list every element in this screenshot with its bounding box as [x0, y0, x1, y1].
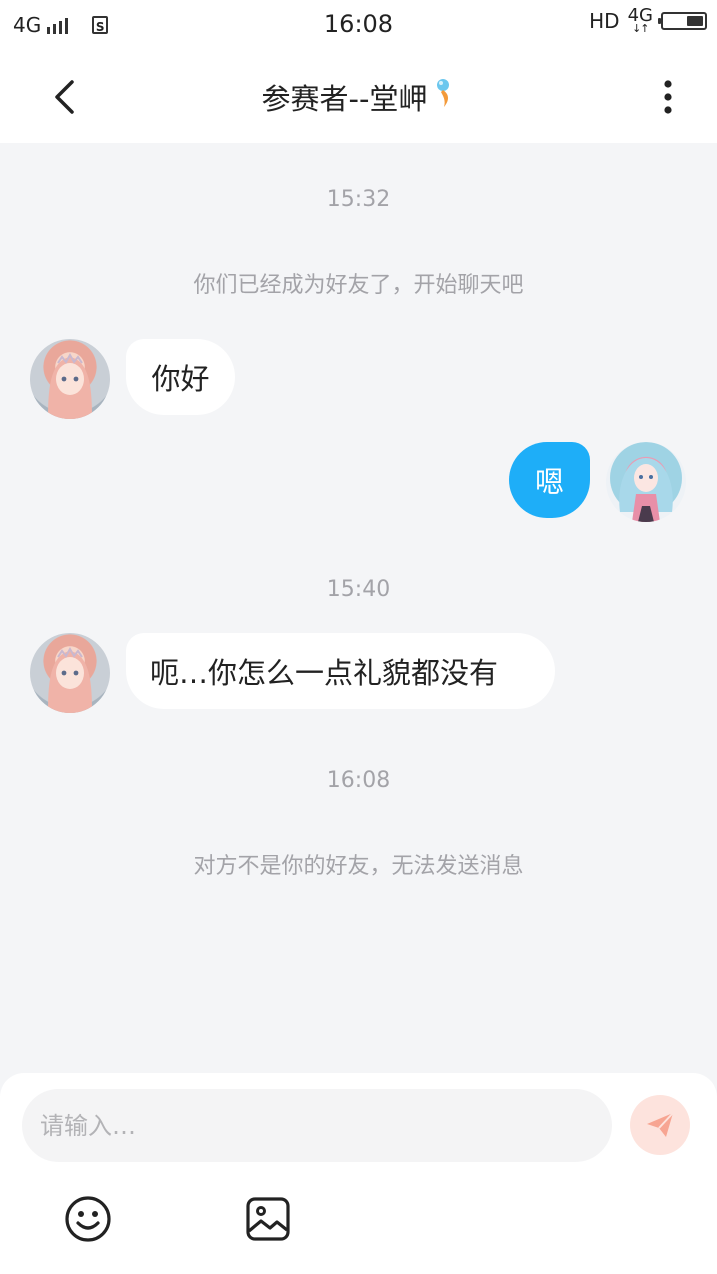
hd-label: HD	[589, 9, 620, 33]
avatar-self[interactable]	[606, 442, 686, 522]
feather-badge-icon	[433, 76, 455, 117]
message-bubble-incoming[interactable]: 呃…你怎么一点礼貌都没有	[126, 633, 555, 709]
message-bubble-incoming[interactable]: 你好	[126, 339, 235, 415]
avatar-contact-image	[48, 352, 92, 419]
avatar-self-image	[619, 458, 673, 522]
system-message: 你们已经成为好友了，开始聊天吧	[193, 273, 524, 298]
page-title-text: 参赛者--堂岬	[261, 81, 428, 116]
more-button[interactable]	[643, 72, 693, 122]
timestamp: 15:40	[326, 577, 391, 602]
paper-plane-icon	[647, 1112, 674, 1137]
page-title: 参赛者--堂岬	[0, 50, 717, 143]
smiley-icon	[65, 1196, 111, 1242]
network-indicator: 4G ↓↑	[628, 7, 653, 35]
composer	[0, 1073, 717, 1274]
battery-icon	[658, 12, 707, 30]
status-right: HD 4G ↓↑	[589, 7, 707, 35]
message-text: 嗯	[534, 465, 564, 499]
chat-header: 参赛者--堂岬	[0, 50, 717, 143]
avatar-contact-image	[48, 646, 92, 713]
timestamp: 15:32	[326, 187, 391, 212]
avatar-contact[interactable]	[30, 633, 110, 713]
message-input[interactable]	[22, 1089, 612, 1162]
emoji-button[interactable]	[64, 1195, 112, 1243]
status-bar: 4G S 16:08 HD 4G ↓↑	[0, 0, 717, 50]
message-bubble-outgoing[interactable]: 嗯	[509, 442, 590, 518]
timestamp: 16:08	[326, 768, 391, 793]
message-text: 你好	[151, 362, 210, 396]
data-arrows-icon: ↓↑	[632, 22, 649, 35]
chat-area[interactable]: 15:32 你们已经成为好友了，开始聊天吧 你好 嗯 15:40 呃…你怎么一点…	[0, 143, 717, 1073]
image-icon	[246, 1197, 290, 1241]
vertical-dots-icon	[664, 80, 672, 114]
message-text: 呃…你怎么一点礼貌都没有	[150, 656, 499, 690]
system-message: 对方不是你的好友，无法发送消息	[193, 854, 524, 879]
send-button[interactable]	[630, 1095, 690, 1155]
image-button[interactable]	[244, 1195, 292, 1243]
avatar-contact[interactable]	[30, 339, 110, 419]
